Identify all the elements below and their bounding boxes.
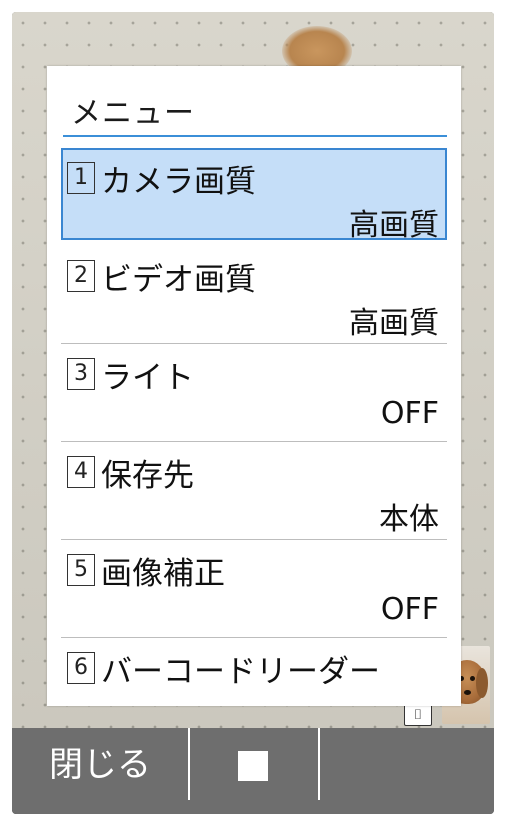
menu-item-number: 1 [67, 162, 95, 194]
menu-item-number: 5 [67, 554, 95, 586]
menu-title: メニュー [71, 96, 195, 131]
softkey-bar: 閉じる [12, 728, 494, 814]
menu-item-video-quality[interactable]: 2 ビデオ画質 高画質 [61, 246, 447, 344]
menu-item-label: ライト [101, 360, 194, 396]
menu-item-value: OFF [380, 396, 439, 431]
close-softkey-label: 閉じる [49, 745, 151, 785]
menu-item-value: 高画質 [349, 208, 439, 243]
menu-item-label: 画像補正 [101, 556, 225, 592]
menu-item-label: バーコードリーダー [101, 654, 380, 690]
menu-item-light[interactable]: 3 ライト OFF [61, 344, 447, 442]
menu-item-value: 本体 [379, 502, 439, 537]
menu-item-number: 2 [67, 260, 95, 292]
menu-list: 1 カメラ画質 高画質 2 ビデオ画質 高画質 3 ライト OFF 4 保存先 … [61, 148, 447, 706]
menu-item-number: 6 [67, 652, 95, 684]
menu-item-label: ビデオ画質 [101, 262, 256, 298]
menu-item-camera-quality[interactable]: 1 カメラ画質 高画質 [61, 148, 447, 243]
menu-title-divider [63, 135, 447, 137]
menu-item-label: カメラ画質 [101, 164, 256, 200]
stop-softkey[interactable] [190, 728, 318, 814]
close-softkey[interactable]: 閉じる [12, 728, 188, 814]
phone-frame: ⌷ 閉じる メニュー 1 カメラ画質 高画質 2 ビデオ画質 高画質 3 ライト… [0, 0, 507, 826]
menu-item-label: 保存先 [101, 458, 194, 494]
stop-icon [238, 751, 268, 781]
camera-icon: ⌷ [404, 704, 432, 726]
menu-item-number: 3 [67, 358, 95, 390]
menu-item-value: OFF [380, 592, 439, 627]
menu-item-barcode-reader[interactable]: 6 バーコードリーダー [61, 638, 447, 706]
menu-item-save-location[interactable]: 4 保存先 本体 [61, 442, 447, 540]
menu-dialog: メニュー 1 カメラ画質 高画質 2 ビデオ画質 高画質 3 ライト OFF 4… [47, 66, 461, 706]
menu-item-number: 4 [67, 456, 95, 488]
right-softkey[interactable] [320, 728, 494, 814]
menu-item-image-correction[interactable]: 5 画像補正 OFF [61, 540, 447, 638]
menu-item-value: 高画質 [349, 306, 439, 341]
